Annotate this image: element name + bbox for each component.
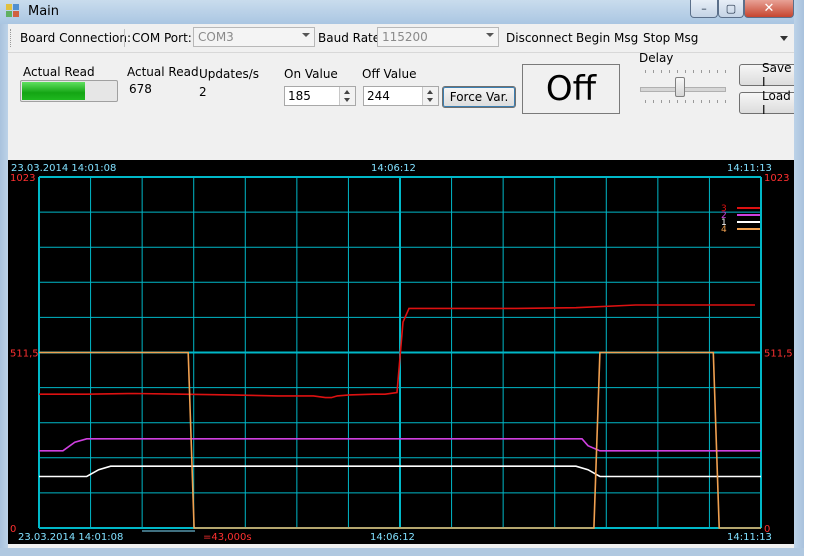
maximize-icon: ▢ [725,2,737,15]
off-value-label: Off Value [362,67,417,81]
overflow-chevron-icon[interactable] [780,36,788,41]
spin-down-icon[interactable] [344,98,350,102]
bottom-mid-label: 14:06:12 [370,532,415,543]
on-value-stepper[interactable] [339,87,355,105]
y-tick-label-right: 511,5 [764,349,793,360]
stop-msg-button[interactable]: Stop Msg [643,31,698,45]
y-tick-label-right: 1023 [764,173,789,184]
delay-tick [669,100,670,103]
delay-tick [685,70,686,73]
off-value-text: 244 [367,89,390,103]
off-value-stepper[interactable] [422,87,438,105]
client-area: Board Connection: COM Port: COM3 Baud Ra… [8,24,794,548]
time-scale-label: =43,000s [203,532,252,543]
actual-read-value: 678 [129,82,152,96]
delay-tick [693,70,694,73]
minimize-button[interactable]: – [690,0,718,18]
delay-tick [701,100,702,103]
y-tick-label-left: 0 [10,524,16,535]
delay-tick [653,100,654,103]
begin-msg-button[interactable]: Begin Msg [576,31,638,45]
delay-tick [693,100,694,103]
chart-area: 23.03.2014 14:01:08 14:06:12 14:11:13 23… [8,160,794,544]
chart-svg: 23.03.2014 14:01:08 14:06:12 14:11:13 23… [10,163,793,543]
y-tick-label-left: 511,5 [10,349,39,360]
on-value-label: On Value [284,67,338,81]
delay-tick [661,70,662,73]
delay-tick [709,70,710,73]
delay-tick [677,70,678,73]
window-frame-right [794,0,804,556]
actual-read-bar-label: Actual Read [23,65,95,79]
delay-tick [725,70,726,73]
toolbar: Board Connection: COM Port: COM3 Baud Ra… [8,24,794,53]
window-frame-bottom [0,548,804,556]
series-3-line [39,304,755,399]
updates-value: 2 [199,85,207,99]
off-value-input[interactable]: 244 [363,86,439,106]
delay-tick [645,100,646,103]
delay-tick [669,70,670,73]
delay-tick [701,70,702,73]
baud-rate-select[interactable]: 115200 [377,27,499,47]
delay-tick [645,70,646,73]
spin-up-icon[interactable] [344,90,350,94]
baud-rate-label: Baud Rate: [318,31,385,45]
com-port-label: COM Port: [132,31,192,45]
toolbar-grip[interactable] [10,29,14,47]
delay-tick [725,100,726,103]
minimize-icon: – [701,2,707,15]
delay-tick [677,100,678,103]
com-port-select[interactable]: COM3 [193,27,315,47]
toolbar-separator [124,29,125,47]
y-axis-labels: 1023 1023 511,5 511,5 0 0 [10,173,793,535]
delay-tick [685,100,686,103]
updates-label: Updates/s [199,67,260,81]
delay-tick [653,70,654,73]
legend-label: 4 [721,225,727,235]
save-button[interactable]: Save I [739,61,794,89]
spin-up-icon[interactable] [427,90,433,94]
spin-down-icon[interactable] [427,98,433,102]
delay-tick [709,100,710,103]
x-mid-label: 14:06:12 [371,163,416,174]
board-connection-label: Board Connection: [20,31,132,45]
delay-slider-thumb[interactable] [675,77,685,97]
title-bar: Main [0,0,804,25]
bottom-start-label: 23.03.2014 14:01:08 [18,532,123,543]
disconnect-button[interactable]: Disconnect [506,31,573,45]
baud-rate-value: 115200 [382,30,428,44]
maximize-button[interactable]: ▢ [718,0,744,18]
delay-tick [661,100,662,103]
delay-label: Delay [639,51,674,65]
window-title: Main [28,4,60,19]
app-icon [6,4,20,18]
load-button[interactable]: Load I [739,89,794,117]
window-frame-left [0,24,8,548]
close-icon: ✕ [763,1,775,16]
com-port-value: COM3 [198,30,234,44]
y-tick-label-right: 0 [764,524,770,535]
y-tick-label-left: 1023 [10,173,35,184]
actual-read-value-label: Actual Read [127,65,199,79]
chart-legend: 3214 [721,204,760,235]
state-display: Off [522,64,620,114]
delay-tick [717,70,718,73]
delay-tick [717,100,718,103]
chevron-down-icon [302,33,310,37]
on-value-input[interactable]: 185 [284,86,356,106]
close-button[interactable]: ✕ [744,0,794,18]
actual-read-progress [20,80,118,102]
progress-fill [22,82,86,100]
chevron-down-icon [486,33,494,37]
force-var-button[interactable]: Force Var. [442,86,516,108]
on-value-text: 185 [288,89,311,103]
